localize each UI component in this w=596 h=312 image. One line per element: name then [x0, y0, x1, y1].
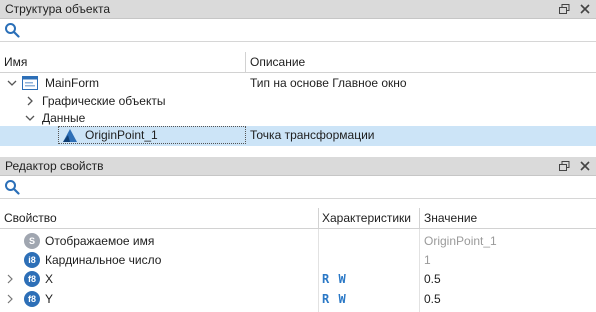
property-value[interactable]: OriginPoint_1: [424, 234, 497, 248]
properties-table-header: Свойство Характеристики Значение: [0, 208, 596, 229]
property-value[interactable]: 1: [424, 253, 431, 267]
origin-point-icon: [63, 129, 77, 142]
tree-row-data[interactable]: Данные: [0, 109, 596, 127]
properties-search-input[interactable]: [24, 178, 588, 196]
tree-item-label: MainForm: [45, 76, 100, 90]
tree-item-label: Данные: [42, 111, 86, 125]
property-row-cardinality[interactable]: i8 Кардинальное число 1: [0, 251, 596, 269]
property-row-y[interactable]: f8 Y R W 0.5: [0, 290, 596, 308]
structure-panel-titlebar: Структура объекта: [0, 0, 596, 19]
structure-panel-title: Структура объекта: [5, 2, 111, 16]
property-row-display-name[interactable]: S Отображаемое имя OriginPoint_1: [0, 232, 596, 250]
string-type-icon: S: [24, 233, 40, 249]
tree-row-originpoint[interactable]: OriginPoint_1 Точка трансформации: [0, 126, 596, 146]
int8-type-icon: i8: [24, 252, 40, 268]
read-write-flags: R W: [322, 272, 347, 286]
read-write-flags: R W: [322, 292, 347, 306]
property-value[interactable]: 0.5: [424, 272, 441, 286]
property-name: X: [45, 272, 54, 286]
column-header-description[interactable]: Описание: [250, 55, 305, 69]
properties-panel-title: Редактор свойств: [5, 159, 104, 173]
property-name: Кардинальное число: [45, 253, 162, 267]
search-icon: [5, 180, 20, 195]
tree-item-description: Точка трансформации: [250, 128, 375, 142]
restore-window-icon[interactable]: [557, 2, 571, 16]
float8-type-icon: f8: [24, 291, 40, 307]
chevron-down-icon[interactable]: [6, 77, 18, 89]
search-icon: [5, 23, 20, 38]
tree-item-label: Графические объекты: [42, 94, 166, 108]
column-divider[interactable]: [245, 52, 246, 72]
chevron-right-icon[interactable]: [24, 95, 36, 107]
column-header-property[interactable]: Свойство: [4, 211, 57, 225]
form-window-icon: [22, 76, 38, 90]
restore-window-icon[interactable]: [557, 159, 571, 173]
structure-search-input[interactable]: [24, 21, 588, 39]
tree-row-graphic-objects[interactable]: Графические объекты: [0, 92, 596, 110]
column-header-value[interactable]: Значение: [424, 211, 477, 225]
chevron-down-icon[interactable]: [24, 112, 36, 124]
tree-item-description: Тип на основе Главное окно: [250, 76, 407, 90]
property-name: Y: [45, 292, 54, 306]
property-name: Отображаемое имя: [45, 234, 155, 248]
chevron-right-icon[interactable]: [4, 293, 16, 305]
column-header-name[interactable]: Имя: [4, 55, 27, 69]
property-value[interactable]: 0.5: [424, 292, 441, 306]
column-divider[interactable]: [419, 208, 420, 228]
properties-panel-titlebar: Редактор свойств: [0, 157, 596, 176]
tree-item-label: OriginPoint_1: [85, 128, 158, 142]
structure-search-bar: [0, 19, 596, 42]
float8-type-icon: f8: [24, 271, 40, 287]
close-panel-icon[interactable]: [578, 2, 592, 16]
properties-search-bar: [0, 176, 596, 199]
structure-table-header: Имя Описание: [0, 52, 596, 73]
chevron-right-icon[interactable]: [4, 273, 16, 285]
column-header-characteristics[interactable]: Характеристики: [322, 211, 411, 225]
column-divider[interactable]: [318, 208, 319, 228]
property-row-x[interactable]: f8 X R W 0.5: [0, 270, 596, 288]
tree-row-mainform[interactable]: MainForm Тип на основе Главное окно: [0, 74, 596, 92]
close-panel-icon[interactable]: [578, 159, 592, 173]
